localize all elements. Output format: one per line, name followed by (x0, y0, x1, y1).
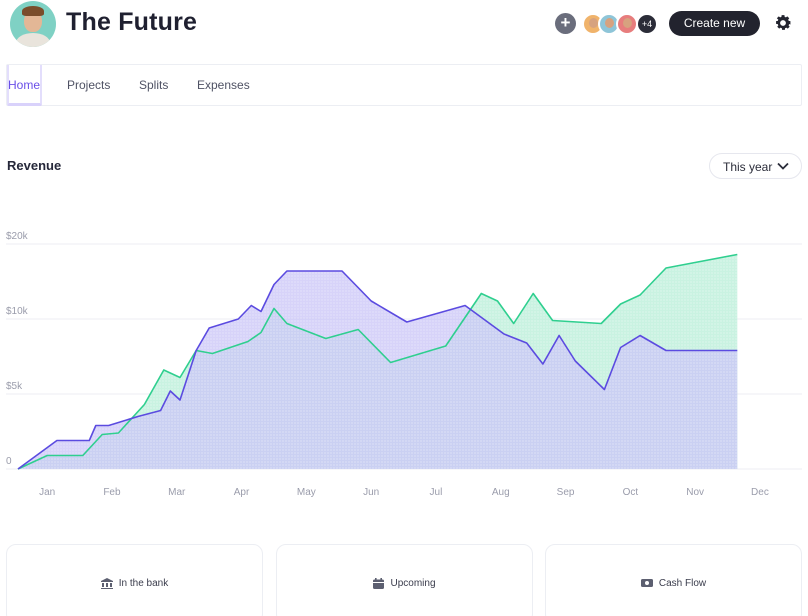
y-tick-label: $10k (6, 306, 29, 317)
period-select[interactable]: This year (709, 153, 802, 179)
revenue-title: Revenue (7, 158, 62, 173)
member-face (605, 18, 614, 28)
gear-icon[interactable] (773, 13, 793, 33)
in-the-bank-card[interactable]: In the bank (6, 544, 263, 616)
x-tick-label: Mar (168, 487, 186, 498)
y-tick-label: 0 (6, 456, 12, 467)
tab-expenses[interactable]: Expenses (197, 78, 250, 92)
card-label: Upcoming (390, 578, 436, 590)
cash-icon (640, 579, 653, 588)
card-label: In the bank (118, 578, 169, 590)
top-header: The Future + +4 Create new (0, 0, 808, 50)
card-header: In the bank (7, 578, 262, 589)
card-header: Cash Flow (546, 578, 801, 589)
tab-bar: Home Projects Splits Expenses (6, 64, 802, 106)
card-header: Upcoming (277, 578, 532, 589)
x-tick-label: Dec (751, 487, 769, 498)
revenue-chart: 0 $5k $10k $20k Jan Feb Mar Apr May Jun Jul Aug Sep O… (6, 231, 802, 498)
member-avatar[interactable] (616, 13, 638, 35)
tab-splits[interactable]: Splits (139, 78, 168, 92)
x-tick-label: Feb (103, 487, 121, 498)
x-tick-label: Sep (557, 487, 575, 498)
period-select-label: This year (723, 160, 773, 174)
create-new-button[interactable]: Create new (669, 11, 760, 36)
avatar-shirt (16, 33, 50, 47)
more-members-badge[interactable]: +4 (636, 13, 658, 35)
tab-home[interactable]: Home (8, 78, 40, 92)
calendar-icon (373, 578, 385, 589)
cash-flow-card[interactable]: Cash Flow (545, 544, 802, 616)
x-tick-label: May (297, 487, 316, 498)
upcoming-card[interactable]: Upcoming (276, 544, 533, 616)
x-tick-label: Aug (492, 487, 510, 498)
x-tick-label: Apr (234, 487, 250, 498)
avatar-hair (22, 6, 44, 16)
project-avatar[interactable] (10, 1, 56, 47)
x-tick-label: Jan (39, 487, 55, 498)
chevron-down-icon (777, 162, 789, 170)
chart-areas (18, 254, 738, 469)
page-title: The Future (66, 8, 198, 36)
x-tick-label: Jun (363, 487, 379, 498)
x-tick-label: Nov (686, 487, 704, 498)
bank-icon (100, 578, 113, 589)
y-tick-label: $20k (6, 231, 29, 242)
x-tick-label: Jul (430, 487, 443, 498)
y-tick-label: $5k (6, 381, 23, 392)
card-label: Cash Flow (658, 578, 707, 589)
x-tick-label: Oct (623, 487, 639, 498)
add-member-button[interactable]: + (555, 13, 576, 34)
member-face (589, 18, 598, 28)
tab-projects[interactable]: Projects (67, 78, 110, 92)
member-face (623, 18, 632, 28)
